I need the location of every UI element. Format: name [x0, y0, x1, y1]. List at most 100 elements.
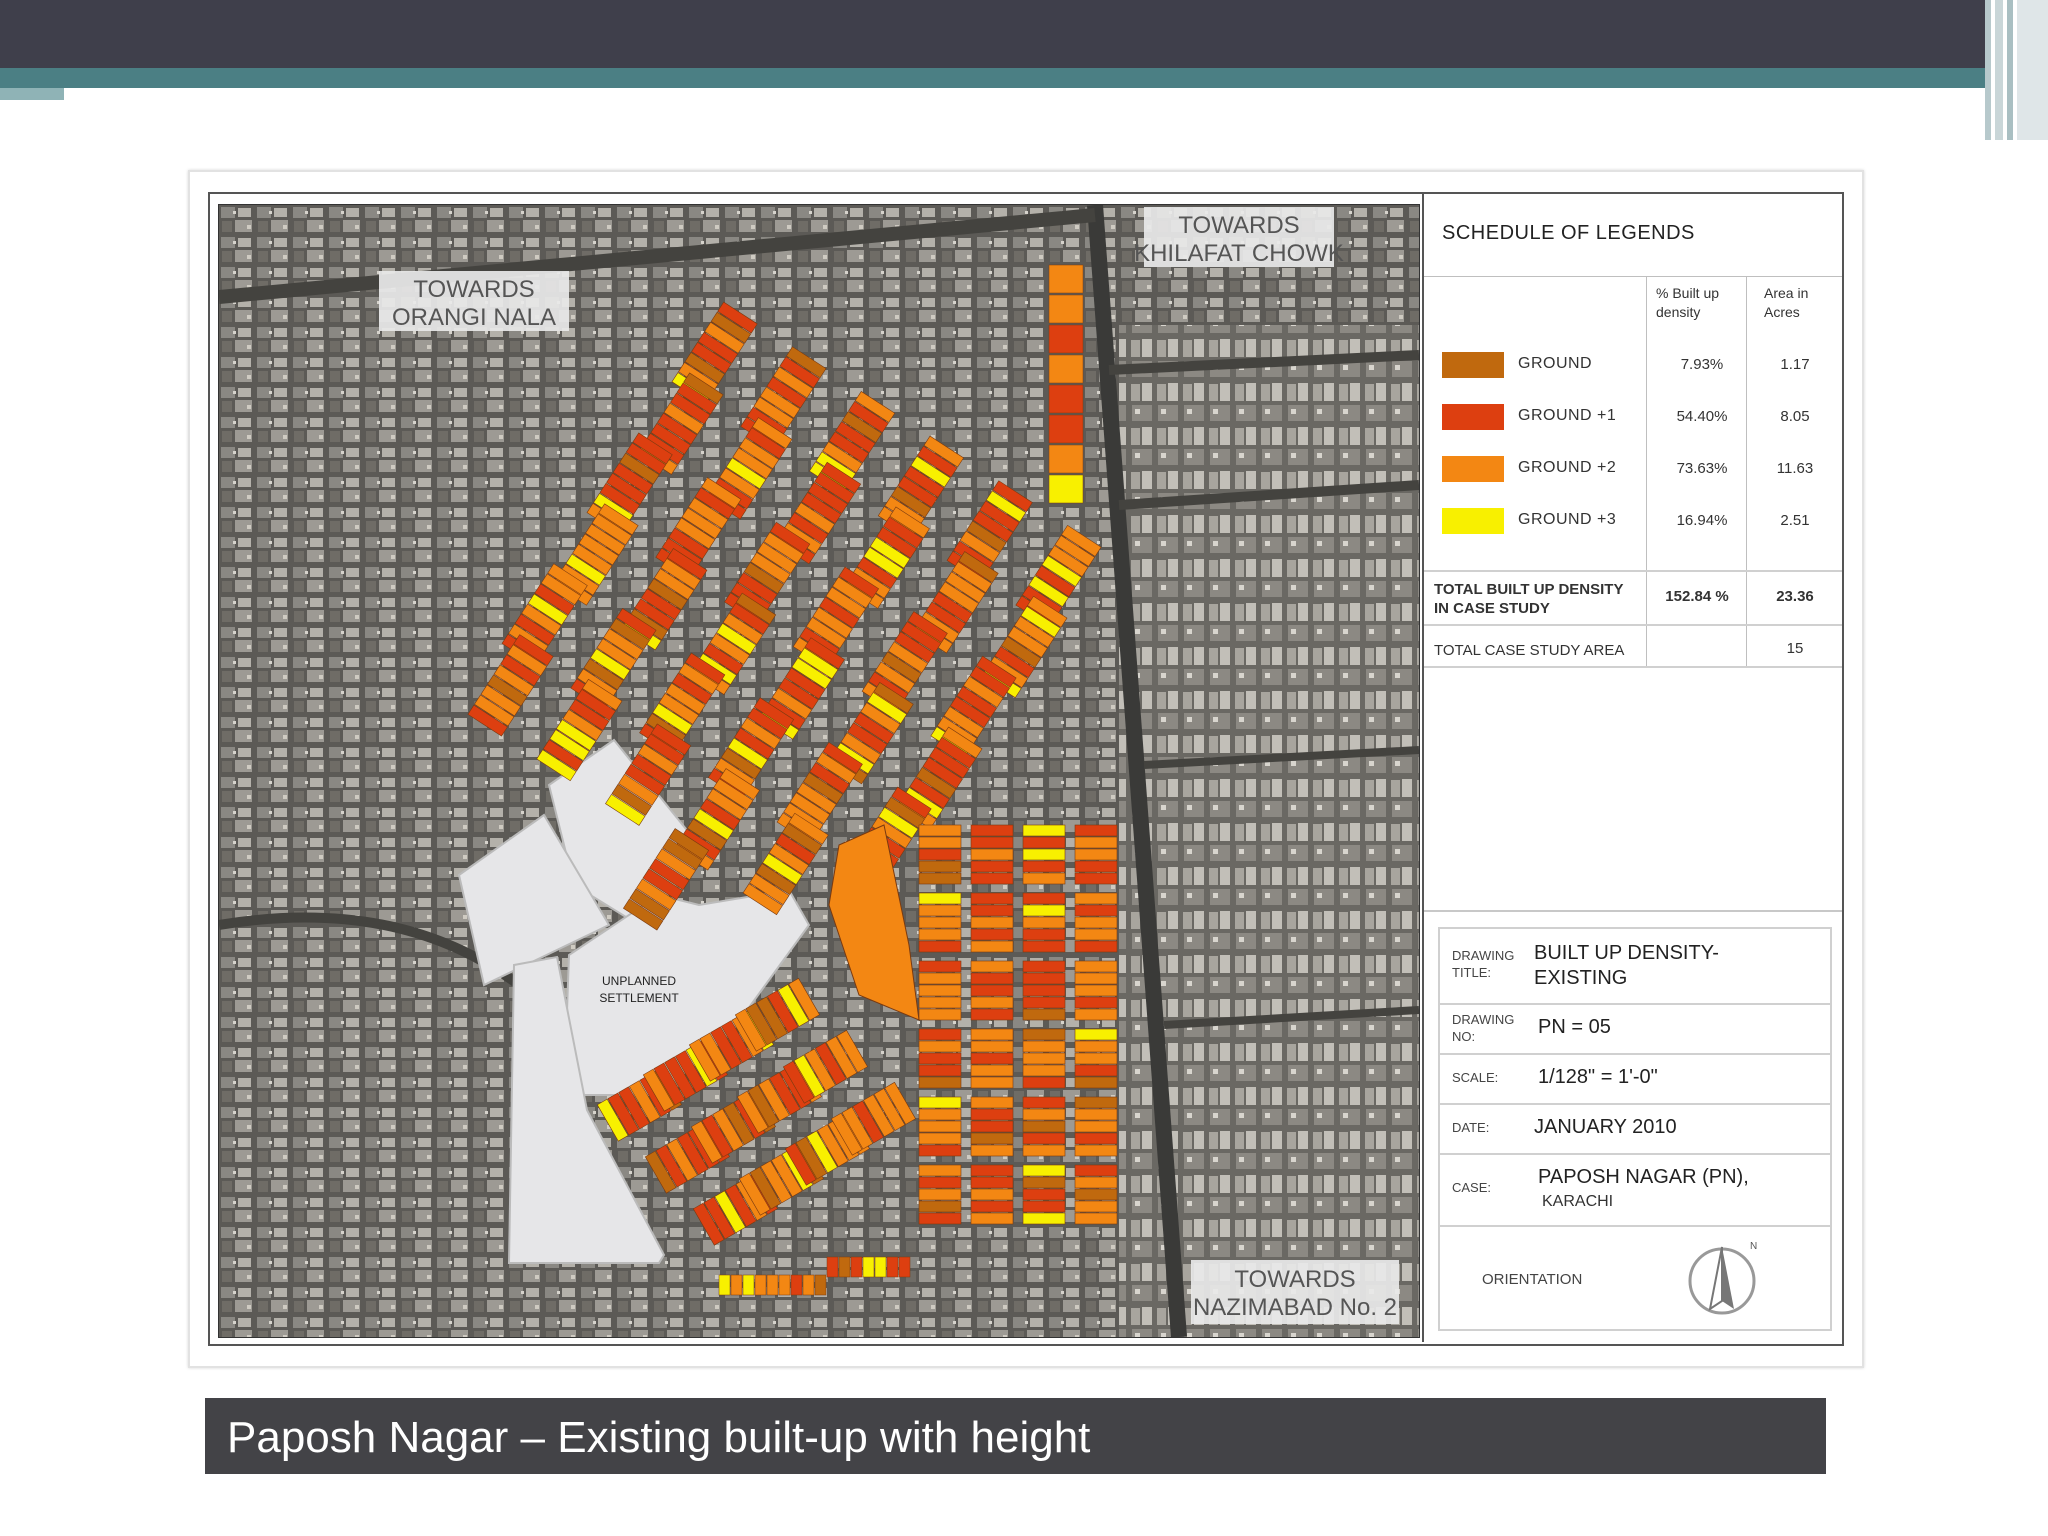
legend-swatch	[1442, 456, 1504, 482]
case-area-label: TOTAL CASE STUDY AREA	[1434, 642, 1625, 659]
legend-area: 8.05	[1780, 408, 1810, 425]
building-plot	[918, 824, 962, 837]
building-block	[970, 1096, 1014, 1157]
building-block	[970, 1164, 1014, 1225]
building-plot	[838, 1256, 851, 1278]
building-plot	[1022, 928, 1066, 941]
building-plot	[918, 1040, 962, 1053]
building-plot	[1074, 836, 1118, 849]
building-plot	[918, 1064, 962, 1077]
building-plot	[918, 848, 962, 861]
khilafat-chowk-label: TOWARDS	[1178, 212, 1299, 239]
building-block	[970, 824, 1014, 885]
slide-corner-decoration	[1985, 0, 2048, 140]
building-plot	[970, 1200, 1014, 1213]
building-plot	[1022, 1096, 1066, 1109]
north-arrow-icon: N	[1688, 1241, 1757, 1315]
building-plot	[918, 984, 962, 997]
nazimabad-label: NAZIMABAD No. 2	[1193, 1294, 1397, 1321]
building-plot	[1022, 1212, 1066, 1225]
building-plot	[1074, 928, 1118, 941]
building-plot	[918, 996, 962, 1009]
svg-text:N: N	[1750, 1241, 1757, 1252]
building-plot	[970, 960, 1014, 973]
building-plot	[1048, 444, 1084, 474]
building-plot	[970, 916, 1014, 929]
building-plot	[718, 1274, 731, 1296]
building-plot	[1074, 1212, 1118, 1225]
building-plot	[970, 1144, 1014, 1157]
legend-area: 11.63	[1776, 460, 1814, 477]
building-plot	[1048, 354, 1084, 384]
scale-value: 1/128" = 1'-0"	[1538, 1066, 1658, 1088]
building-plot	[1022, 960, 1066, 973]
building-plot	[918, 1132, 962, 1145]
building-plot	[918, 1028, 962, 1041]
legend-row-ground: GROUND 7.93% 1.17	[1424, 338, 1842, 390]
building-plot	[970, 860, 1014, 873]
slide-accent-tab	[0, 88, 64, 100]
building-plot	[1074, 916, 1118, 929]
building-plot	[778, 1274, 791, 1296]
building-plot	[1022, 1144, 1066, 1157]
legend-density: 7.93%	[1680, 356, 1724, 373]
drawing-title-row: DRAWING TITLE: BUILT UP DENSITY- EXISTING	[1440, 929, 1830, 1005]
building-plot	[1074, 996, 1118, 1009]
building-plot	[970, 984, 1014, 997]
legend-row-ground-plus-1: GROUND +1 54.40% 8.05	[1424, 390, 1842, 442]
building-plot	[1048, 264, 1084, 294]
building-plot	[970, 1164, 1014, 1177]
building-plot	[1048, 324, 1084, 354]
building-plot	[1074, 1040, 1118, 1053]
building-block	[1022, 824, 1066, 885]
legend-density: 54.40%	[1676, 408, 1728, 425]
building-block	[970, 960, 1014, 1021]
building-plot	[802, 1274, 815, 1296]
building-plot	[898, 1256, 911, 1278]
building-plot	[970, 972, 1014, 985]
building-plot	[970, 892, 1014, 905]
building-plot	[970, 1028, 1014, 1041]
building-plot	[918, 1212, 962, 1225]
building-block	[1022, 892, 1066, 953]
legend-row-ground-plus-2: GROUND +2 73.63% 11.63	[1424, 442, 1842, 494]
building-plot	[1022, 872, 1066, 885]
total-density-label: TOTAL BUILT UP DENSITY IN CASE STUDY	[1434, 581, 1624, 617]
case-value: PAPOSH NAGAR (PN),	[1538, 1166, 1749, 1188]
building-plot	[1022, 1176, 1066, 1189]
building-plot	[1022, 1164, 1066, 1177]
building-block	[918, 1164, 962, 1225]
building-block	[1022, 1028, 1066, 1089]
building-plot	[850, 1256, 863, 1278]
building-plot	[918, 904, 962, 917]
building-plot	[970, 1108, 1014, 1121]
building-plot	[1022, 1028, 1066, 1041]
building-plot	[970, 872, 1014, 885]
case-area-value: 15	[1786, 640, 1804, 657]
building-plot	[1074, 940, 1118, 953]
building-plot	[1074, 872, 1118, 885]
building-plot	[1074, 1096, 1118, 1109]
legend-label: GROUND +3	[1518, 511, 1617, 528]
building-plot	[1074, 1144, 1118, 1157]
building-plot	[970, 1076, 1014, 1089]
building-block	[1074, 1164, 1118, 1225]
building-plot	[918, 872, 962, 885]
building-plot	[918, 916, 962, 929]
caption-bar: Paposh Nagar – Existing built-up with he…	[205, 1398, 1826, 1474]
building-plot	[1022, 1108, 1066, 1121]
building-plot	[1074, 1120, 1118, 1133]
building-plot	[1074, 1064, 1118, 1077]
building-plot	[1074, 1132, 1118, 1145]
legend-area: 2.51	[1780, 512, 1810, 529]
total-area-value: 23.36	[1776, 588, 1814, 605]
building-plot	[970, 848, 1014, 861]
building-plot	[918, 1096, 962, 1109]
building-plot	[970, 1176, 1014, 1189]
building-plot	[1022, 1052, 1066, 1065]
building-block	[1074, 824, 1118, 885]
building-plot	[918, 1052, 962, 1065]
legend-label: GROUND +2	[1518, 459, 1617, 476]
building-plot	[742, 1274, 755, 1296]
building-plot	[970, 940, 1014, 953]
